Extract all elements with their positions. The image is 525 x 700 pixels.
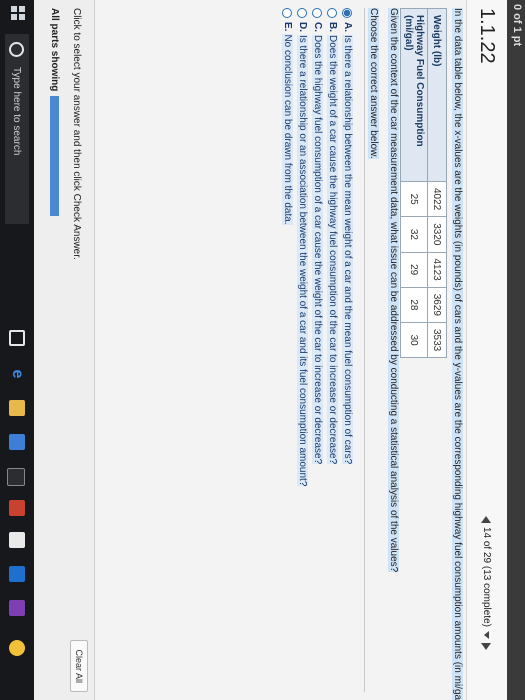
parts-label: All parts showing xyxy=(49,8,60,92)
radio-icon[interactable] xyxy=(297,8,308,18)
question-progress-label[interactable]: 14 of 29 (13 complete) xyxy=(481,527,492,627)
radio-selected-icon[interactable] xyxy=(342,8,353,18)
instruction-text: Click to select your answer and then cli… xyxy=(71,8,82,260)
divider xyxy=(364,8,365,692)
choose-prompt: Choose the correct answer below. xyxy=(368,8,379,159)
option-letter: D. xyxy=(297,22,308,32)
edge-browser-icon[interactable]: e xyxy=(9,366,26,382)
table-cell: 3629 xyxy=(427,287,447,323)
previous-question-icon[interactable] xyxy=(481,515,492,523)
question-header: 1.1.22 14 of 29 (13 complete) xyxy=(466,0,507,700)
windows-start-icon[interactable] xyxy=(11,6,25,20)
chevron-down-icon[interactable] xyxy=(484,631,489,639)
points-label: 0 of 1 pt xyxy=(511,4,523,47)
radio-icon[interactable] xyxy=(312,8,323,18)
dropbox-icon[interactable] xyxy=(7,468,25,486)
option-text[interactable]: Is there a relationship between the mean… xyxy=(342,35,353,465)
answer-options: A. Is there a relationship between the m… xyxy=(280,8,355,487)
outlook-icon[interactable] xyxy=(9,566,25,582)
question-number: 1.1.22 xyxy=(476,8,498,64)
table-row: Weight (lb) 4022 3320 4123 3629 3533 xyxy=(427,8,447,358)
table-cell: 4022 xyxy=(427,181,447,217)
option-text[interactable]: No conclusion can be drawn from the data… xyxy=(282,34,293,225)
option-e[interactable]: E. No conclusion can be drawn from the d… xyxy=(280,8,295,486)
question-intro: In the data table below, the x-values ar… xyxy=(452,8,463,700)
option-letter: C. xyxy=(312,22,323,32)
option-text[interactable]: Does the weight of a car cause the highw… xyxy=(327,35,338,465)
option-b[interactable]: B. Does the weight of a car cause the hi… xyxy=(325,8,340,486)
parts-progress-bar xyxy=(50,96,59,216)
context-text: Given the context of the car measurement… xyxy=(388,8,399,573)
answer-footer: Click to select your answer and then cli… xyxy=(34,0,95,700)
context-question: Given the context of the car measurement… xyxy=(388,8,399,573)
app-icon[interactable] xyxy=(9,532,25,548)
chrome-icon[interactable] xyxy=(9,640,25,656)
score-strip: 0 of 1 pt xyxy=(507,0,525,700)
table-cell: 29 xyxy=(400,252,428,288)
option-c[interactable]: C. Does the highway fuel consumption of … xyxy=(310,8,325,486)
option-a[interactable]: A. Is there a relationship between the m… xyxy=(340,8,355,486)
table-cell: 4123 xyxy=(427,252,447,288)
row-label-fuel: Highway Fuel Consumption (mi/gal) xyxy=(400,8,428,182)
option-letter: A. xyxy=(342,22,353,32)
row-label-weight: Weight (lb) xyxy=(427,8,447,182)
option-d[interactable]: D. Is there a relationship or an associa… xyxy=(295,8,310,487)
clear-all-button[interactable]: Clear All xyxy=(70,640,88,692)
table-cell: 28 xyxy=(400,287,428,323)
intro-text: In the data table below, the x-values ar… xyxy=(452,8,463,700)
store-icon[interactable] xyxy=(9,434,25,450)
next-question-icon[interactable] xyxy=(481,643,492,650)
option-text[interactable]: Is there a relationship or an associatio… xyxy=(297,35,308,487)
screen: 0 of 1 pt 1.1.22 14 of 29 (13 complete) … xyxy=(0,0,525,700)
onenote-icon[interactable] xyxy=(9,600,25,616)
radio-icon[interactable] xyxy=(327,8,338,18)
table-cell: 25 xyxy=(400,181,428,217)
data-table: Weight (lb) 4022 3320 4123 3629 3533 Hig… xyxy=(400,8,447,358)
file-explorer-icon[interactable] xyxy=(9,400,25,416)
question-navigator[interactable]: 14 of 29 (13 complete) xyxy=(481,515,492,650)
task-view-icon[interactable] xyxy=(9,330,25,346)
table-cell: 3533 xyxy=(427,322,447,358)
option-text[interactable]: Does the highway fuel consumption of a c… xyxy=(312,35,323,465)
cortana-circle-icon xyxy=(9,42,25,57)
option-letter: B. xyxy=(327,22,338,32)
taskbar: Type here to search e xyxy=(0,0,34,700)
taskbar-search[interactable]: Type here to search xyxy=(5,34,29,224)
option-letter: E. xyxy=(282,22,293,32)
search-placeholder[interactable]: Type here to search xyxy=(12,67,23,155)
radio-icon[interactable] xyxy=(282,8,293,18)
table-cell: 30 xyxy=(400,322,428,358)
table-row: Highway Fuel Consumption (mi/gal) 25 32 … xyxy=(400,8,428,358)
office-icon[interactable] xyxy=(9,500,25,516)
table-cell: 3320 xyxy=(427,216,447,252)
table-cell: 32 xyxy=(400,216,428,252)
choose-text: Choose the correct answer below. xyxy=(368,8,379,159)
